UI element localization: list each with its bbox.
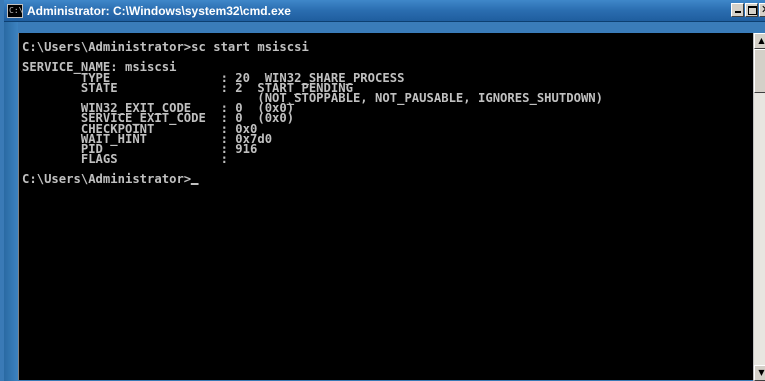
vertical-scrollbar[interactable]: ▲ ▼	[753, 33, 765, 381]
close-button[interactable]	[759, 3, 765, 17]
console-app-icon[interactable]: C:\	[7, 4, 23, 18]
window-title: Administrator: C:\Windows\system32\cmd.e…	[27, 4, 291, 18]
console-prompt-line[interactable]: C:\Users\Administrator>	[22, 171, 603, 187]
scroll-thumb[interactable]	[754, 49, 765, 93]
cmd-window: C:\ Administrator: C:\Windows\system32\c…	[0, 0, 765, 381]
window-frame-top	[18, 22, 765, 33]
scroll-down-button[interactable]: ▼	[754, 365, 765, 381]
title-bar[interactable]: C:\ Administrator: C:\Windows\system32\c…	[4, 0, 765, 22]
text-cursor	[191, 182, 199, 185]
console-text: C:\Users\Administrator>sc start msiscsi S…	[22, 39, 603, 187]
scroll-up-button[interactable]: ▲	[754, 33, 765, 49]
maximize-button[interactable]	[745, 3, 758, 17]
window-controls	[731, 3, 765, 19]
console-line: C:\Users\Administrator>sc start msiscsi	[22, 39, 309, 54]
console-output-area[interactable]: C:\Users\Administrator>sc start msiscsi S…	[18, 33, 753, 380]
console-line: FLAGS :	[22, 151, 228, 167]
console-prompt: C:\Users\Administrator>	[22, 171, 192, 187]
minimize-button[interactable]	[731, 3, 744, 17]
window-frame-left	[4, 22, 18, 381]
